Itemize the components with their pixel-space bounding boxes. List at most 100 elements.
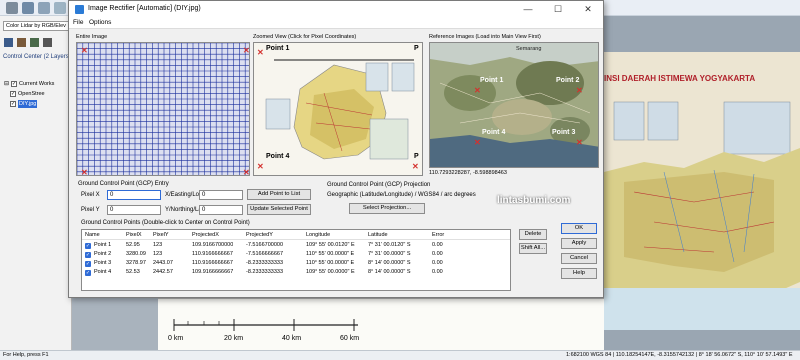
- gcp-marker-icon: ✕: [81, 46, 88, 55]
- table-row[interactable]: ✓ Point 3 3278.97 2443.07 110.9166666667 -8.2…: [82, 259, 510, 268]
- window-title: Image Rectifier [Automatic] (DIY.jpg): [88, 5, 201, 12]
- table-row[interactable]: ✓ Point 4 52.53 2442.57 109.9166666667 -8.233…: [82, 268, 510, 277]
- row-checkbox[interactable]: ✓: [85, 260, 91, 267]
- apply-button[interactable]: Apply: [561, 238, 597, 249]
- northing-input[interactable]: 0: [199, 205, 243, 215]
- column-header[interactable]: PixelY: [153, 231, 179, 240]
- shift-all-button[interactable]: Shift All...: [519, 243, 547, 254]
- ok-button[interactable]: OK: [561, 223, 597, 234]
- table-cell: 3280.09: [126, 251, 146, 257]
- table-cell: -7.5166666667: [246, 251, 284, 257]
- delete-button[interactable]: Delete: [519, 229, 547, 240]
- app-icon: [75, 5, 84, 14]
- column-header[interactable]: ProjectedX: [192, 231, 242, 240]
- canvas-margin: [72, 298, 158, 350]
- gcp-marker-icon[interactable]: ✕: [257, 49, 264, 57]
- tree-item-diy[interactable]: ✓ DIY.jpg: [10, 100, 38, 108]
- update-point-button[interactable]: Update Selected Point: [247, 204, 311, 215]
- tree-item-label: OpenStree: [18, 91, 45, 97]
- table-cell: 3278.97: [126, 260, 146, 266]
- close-button[interactable]: ✕: [573, 1, 603, 18]
- tree-item-current-works[interactable]: ⊟ ✓ Current Works: [4, 80, 54, 88]
- reference-terrain: [430, 43, 598, 167]
- cancel-button[interactable]: Cancel: [561, 253, 597, 264]
- gcp-marker-icon[interactable]: ✕: [576, 139, 583, 147]
- table-cell: 110° 55' 00.0000" E: [306, 260, 355, 266]
- reference-images-panel[interactable]: Semarang Point 1 Point 2 Point 4 Point 3…: [429, 42, 599, 168]
- add-point-button[interactable]: Add Point to List: [247, 189, 311, 200]
- menu-file[interactable]: File: [73, 19, 83, 26]
- gcp-marker-icon[interactable]: ✕: [474, 87, 481, 95]
- maximize-button[interactable]: ☐: [543, 1, 573, 18]
- gcp-table-title: Ground Control Points (Double-click to C…: [81, 220, 250, 226]
- column-header[interactable]: Longitude: [306, 231, 366, 240]
- row-checkbox[interactable]: ✓: [85, 269, 91, 276]
- zoomed-view-label: Zoomed View (Click for Pixel Coordinates…: [253, 34, 357, 40]
- entire-image-grid: ✕ ✕ ✕ ✕: [77, 43, 250, 176]
- reference-images-label: Reference Images (Load into Main View Fi…: [429, 34, 541, 40]
- zoomed-view-panel[interactable]: Point 1 Point 4 P P ✕ ✕ ✕: [253, 42, 423, 176]
- column-header[interactable]: PixelX: [126, 231, 152, 240]
- scale-label: 60 km: [340, 335, 360, 342]
- gcp-marker-icon[interactable]: ✕: [412, 163, 419, 171]
- title-bar[interactable]: Image Rectifier [Automatic] (DIY.jpg) — …: [69, 1, 603, 18]
- ref-point-1-label: Point 1: [480, 77, 504, 84]
- column-header[interactable]: ProjectedY: [246, 231, 296, 240]
- column-header[interactable]: Latitude: [368, 231, 428, 240]
- map-view[interactable]: [604, 52, 800, 330]
- tree-item-label: Current Works: [19, 81, 55, 87]
- minimize-button[interactable]: —: [513, 1, 543, 18]
- help-button[interactable]: Help: [561, 268, 597, 279]
- scale-label: 0 km: [168, 335, 184, 342]
- gcp-marker-icon[interactable]: ✕: [474, 139, 481, 147]
- pixel-y-label: Pixel Y: [81, 207, 100, 213]
- gcp-entry-title: Ground Control Point (GCP) Entry: [78, 181, 169, 187]
- table-cell: 109.9166666667: [192, 269, 234, 275]
- select-projection-button[interactable]: Select Projection...: [349, 203, 425, 214]
- table-cell: 52.53: [126, 269, 140, 275]
- gcp-marker-icon: ✕: [243, 168, 250, 176]
- pixel-y-input[interactable]: 0: [107, 205, 161, 215]
- gcp-marker-icon: ✕: [81, 168, 88, 176]
- tree-item-openstreetmap[interactable]: ✓ OpenStree: [10, 90, 45, 98]
- row-checkbox[interactable]: ✓: [85, 251, 91, 258]
- projection-value: Geographic (Latitude/Longitude) / WGS84 …: [327, 192, 476, 198]
- zoom-point-3-label: P: [414, 153, 419, 160]
- table-row[interactable]: ✓ Point 1 52.95 123 109.9166700000 -7.5166700…: [82, 241, 510, 250]
- column-header[interactable]: Name: [85, 231, 125, 240]
- pixel-x-label: Pixel X: [81, 192, 100, 198]
- gcp-marker-icon[interactable]: ✕: [576, 87, 583, 95]
- terrain-icon[interactable]: [30, 38, 39, 47]
- table-cell: 110.9166666667: [192, 251, 233, 257]
- table-cell: 0.00: [432, 251, 443, 257]
- status-bar: For Help, press F1 1:682100 WGS 84 | 110…: [0, 350, 800, 360]
- table-cell: 109° 55' 00.0000" E: [306, 269, 355, 275]
- settings-icon[interactable]: [22, 2, 34, 14]
- table-cell: 110° 55' 00.0000" E: [306, 251, 355, 257]
- tool-icon[interactable]: [54, 2, 66, 14]
- scale-label: 20 km: [224, 335, 244, 342]
- map-layout-footer: 0 km 20 km 40 km 60 km: [158, 298, 604, 350]
- menu-bar: File Options: [69, 18, 603, 29]
- table-cell: 7° 31' 00.0000" S: [368, 251, 411, 257]
- globe-icon[interactable]: [6, 2, 18, 14]
- menu-options[interactable]: Options: [89, 19, 111, 26]
- overlay-icon[interactable]: [17, 38, 26, 47]
- entire-image-panel[interactable]: ✕ ✕ ✕ ✕: [76, 42, 250, 176]
- table-row[interactable]: ✓ Point 2 3280.09 123 110.9166666667 -7.51666…: [82, 250, 510, 259]
- row-checkbox[interactable]: ✓: [85, 242, 91, 249]
- layer-dropdown[interactable]: Color Lidar by RGB/Elev: [3, 21, 69, 31]
- status-help-text: For Help, press F1: [3, 352, 49, 358]
- layers-icon[interactable]: [38, 2, 50, 14]
- easting-input[interactable]: 0: [199, 190, 243, 200]
- table-cell: Point 2: [94, 251, 112, 257]
- group-icon[interactable]: [43, 38, 52, 47]
- gcp-table[interactable]: Name PixelX PixelY ProjectedX ProjectedY…: [81, 229, 511, 291]
- gcp-marker-icon[interactable]: ✕: [257, 163, 264, 171]
- layer-icon[interactable]: [4, 38, 13, 47]
- pixel-x-input[interactable]: 0: [107, 190, 161, 200]
- column-header[interactable]: Error: [432, 231, 472, 240]
- northing-label: Y/Northing/Lat: [165, 207, 204, 213]
- projection-title: Ground Control Point (GCP) Projection: [327, 182, 431, 188]
- zoom-point-1-label: Point 1: [266, 45, 290, 52]
